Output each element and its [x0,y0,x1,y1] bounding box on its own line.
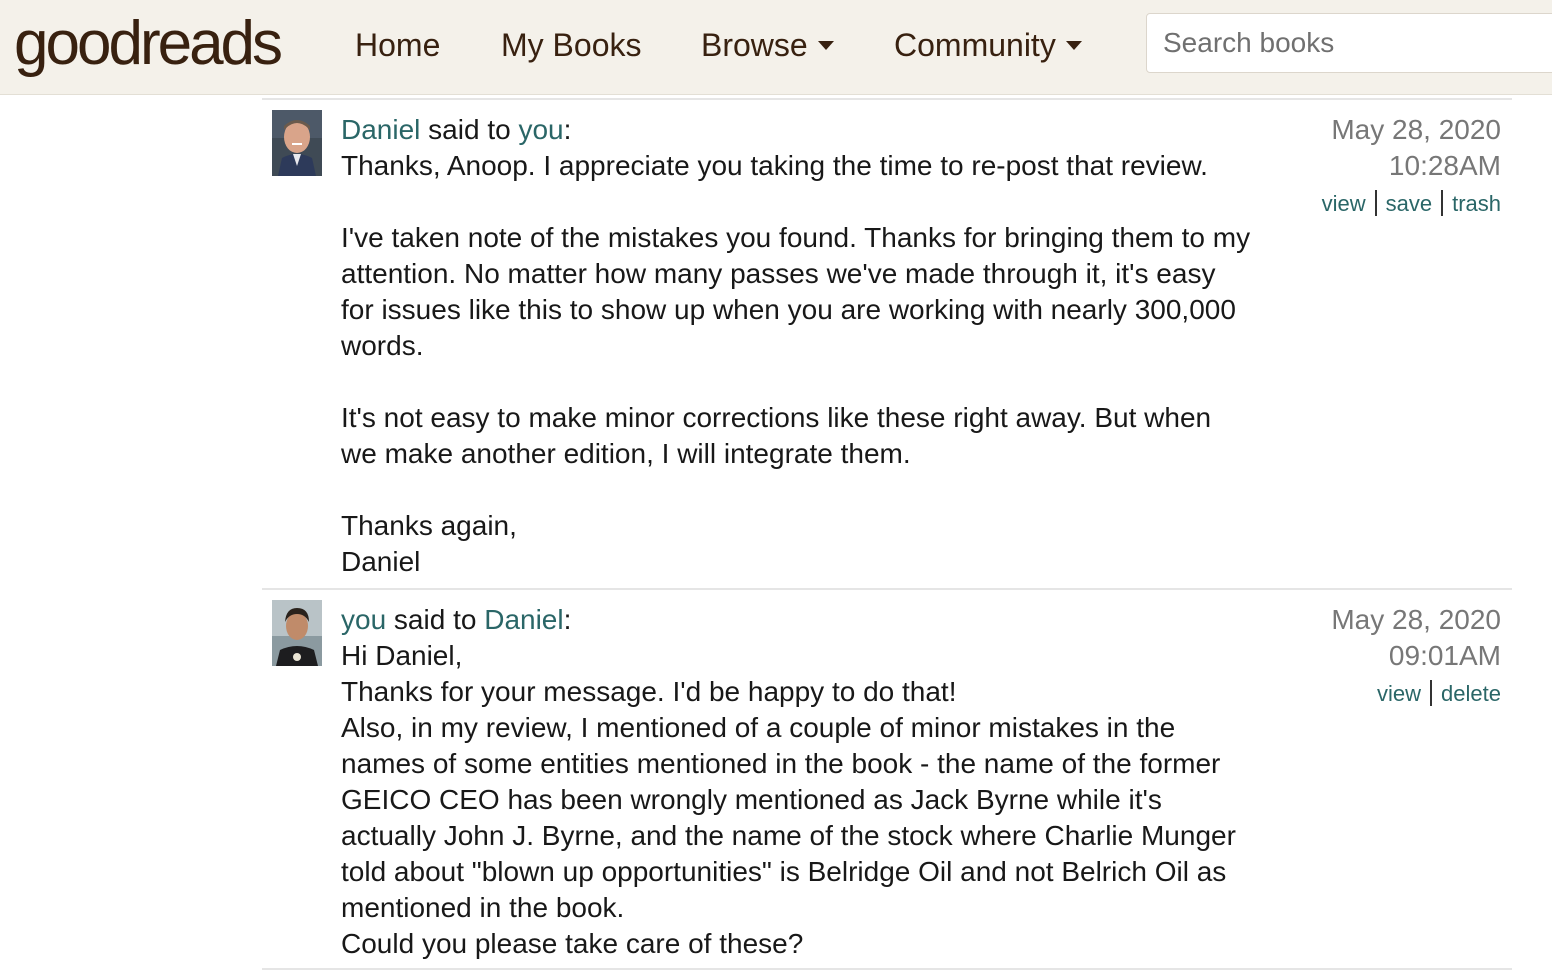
message-heading: you said to Daniel: [341,602,1251,638]
message-time: 10:28AM [1388,150,1501,181]
action-separator [1374,190,1377,216]
sender-link[interactable]: you [341,604,386,635]
said-to-text: said to [386,604,485,635]
nav-home[interactable]: Home [355,26,440,64]
recipient-link[interactable]: Daniel [484,604,563,635]
message-heading: Daniel said to you: [341,112,1251,148]
delete-link[interactable]: delete [1441,681,1501,706]
avatar-image [272,110,322,176]
action-separator [1441,190,1444,216]
recipient-link[interactable]: you [518,114,563,145]
message-actions: view delete [1241,680,1501,707]
view-link[interactable]: view [1377,681,1421,706]
logo-part-reads: reads [139,9,283,78]
avatar-daniel[interactable] [272,110,322,176]
message-meta: May 28, 2020 10:28AM view save trash [1241,112,1501,217]
message-date: May 28, 2020 [1331,114,1501,145]
chevron-down-icon [817,41,834,51]
said-to-text: said to [420,114,519,145]
nav-my-books[interactable]: My Books [501,26,641,64]
message-paragraph: Also, in my review, I mentioned of a cou… [341,712,1236,923]
nav-community[interactable]: Community [894,26,1082,64]
message-paragraph: Thanks for your message. I'd be happy to… [341,676,957,707]
logo-part-good: good [14,9,143,78]
nav-browse[interactable]: Browse [701,26,834,64]
view-link[interactable]: view [1322,191,1366,216]
trash-link[interactable]: trash [1452,191,1501,216]
colon-text: : [563,604,572,635]
save-link[interactable]: save [1386,191,1432,216]
avatar-you[interactable] [272,600,322,666]
message-body: Daniel said to you: Thanks, Anoop. I app… [341,112,1251,580]
message-item: you said to Daniel: Hi Daniel, Thanks fo… [262,590,1512,968]
message-paragraph: Daniel [341,546,421,577]
message-paragraph: I've taken note of the mistakes you foun… [341,222,1251,361]
search-box [1146,13,1552,73]
goodreads-logo[interactable]: goodreads [14,4,283,84]
sender-link[interactable]: Daniel [341,114,420,145]
message-thread: Daniel said to you: Thanks, Anoop. I app… [262,98,1512,970]
message-paragraph: It's not easy to make minor corrections … [341,402,1212,469]
message-actions: view save trash [1241,190,1501,217]
site-header: goodreads Home My Books Browse Community [0,0,1552,95]
message-meta: May 28, 2020 09:01AM view delete [1241,602,1501,707]
chevron-down-icon [1065,41,1082,51]
message-body: you said to Daniel: Hi Daniel, Thanks fo… [341,602,1251,962]
message-time: 09:01AM [1388,640,1501,671]
message-paragraph: Hi Daniel, [341,640,463,671]
divider [262,968,1512,970]
action-separator [1430,680,1433,706]
colon-text: : [563,114,572,145]
message-item: Daniel said to you: Thanks, Anoop. I app… [262,100,1512,588]
search-input[interactable] [1147,14,1552,72]
avatar-image [272,600,322,666]
message-paragraph: Thanks, Anoop. I appreciate you taking t… [341,150,1208,181]
message-paragraph: Thanks again, [341,510,517,541]
message-paragraph: Could you please take care of these? [341,928,804,959]
message-date: May 28, 2020 [1331,604,1501,635]
nav-browse-label: Browse [701,27,808,63]
nav-community-label: Community [894,27,1056,63]
